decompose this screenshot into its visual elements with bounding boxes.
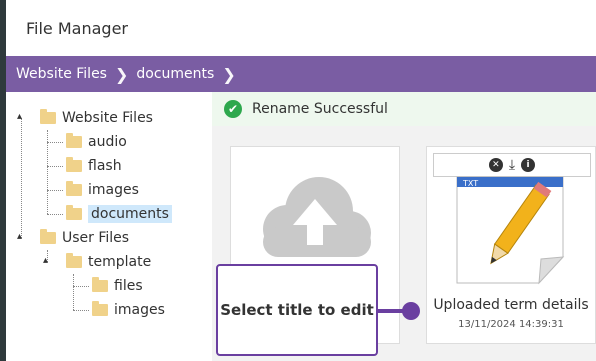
tree-item-template[interactable]: template (66, 252, 151, 272)
folder-icon (92, 277, 108, 292)
tree-item-user-files[interactable]: User Files (40, 228, 129, 248)
file-title[interactable]: Uploaded term details (427, 297, 595, 313)
tree-item-label: images (88, 182, 139, 198)
window-title: File Manager (6, 0, 596, 56)
tree-item-label: documents (88, 205, 172, 223)
alert-text: Rename Successful (252, 101, 388, 117)
tree-item-label: flash (88, 158, 122, 174)
tree-item-flash[interactable]: flash (66, 156, 122, 176)
tree-item-label: images (114, 302, 165, 318)
tree-item-label: template (88, 254, 152, 270)
tree-item-label: User Files (62, 230, 130, 246)
breadcrumb-website-files[interactable]: Website Files (16, 66, 107, 82)
folder-icon (66, 253, 82, 268)
download-icon[interactable]: ⤓ (509, 157, 515, 173)
delete-icon[interactable]: ✕ (488, 158, 503, 172)
tree-item-audio[interactable]: audio (66, 132, 127, 152)
file-date: 13/11/2024 14:39:31 (458, 319, 564, 330)
breadcrumb: Website Files ❯ documents ❯ (6, 56, 596, 92)
chevron-right-icon: ❯ (114, 64, 129, 84)
folder-icon (40, 109, 56, 124)
tree-item-label: files (114, 278, 143, 294)
folder-icon (66, 133, 82, 148)
chevron-right-icon: ❯ (222, 64, 236, 84)
tree-item-website-files[interactable]: Website Files (40, 108, 153, 128)
edit-title-tooltip: Select title to edit (216, 264, 378, 356)
file-tile[interactable]: ✕ ⤓ i TXT Uploaded term details 13/11/20… (426, 146, 596, 344)
tree-item-label: Website Files (62, 110, 153, 126)
tree-item-files[interactable]: files (92, 276, 143, 296)
breadcrumb-documents[interactable]: documents (136, 66, 214, 82)
folder-icon (66, 205, 82, 220)
tree-item-label: audio (88, 134, 127, 150)
collapse-icon[interactable]: ▴ (43, 255, 48, 266)
check-icon: ✔ (224, 100, 242, 118)
window-title-text: File Manager (26, 18, 128, 38)
success-alert: ✔ Rename Successful (212, 92, 596, 126)
tooltip-pointer-dot (402, 302, 420, 320)
file-toolbar: ✕ ⤓ i (433, 153, 591, 177)
tree-item-images[interactable]: images (66, 180, 139, 200)
folder-icon (66, 181, 82, 196)
folder-icon (40, 229, 56, 244)
info-icon[interactable]: i (521, 158, 536, 172)
folder-icon (92, 301, 108, 316)
collapse-icon[interactable]: ▴ (17, 231, 22, 242)
tree-item-template-images[interactable]: images (92, 300, 165, 320)
folder-tree: ▴ ▴ ▴ Website Files audio flash images d… (6, 92, 212, 361)
tree-item-documents[interactable]: documents (66, 204, 172, 224)
tooltip-text: Select title to edit (220, 301, 374, 319)
collapse-icon[interactable]: ▴ (17, 111, 22, 122)
folder-icon (66, 157, 82, 172)
svg-text:TXT: TXT (462, 179, 478, 188)
